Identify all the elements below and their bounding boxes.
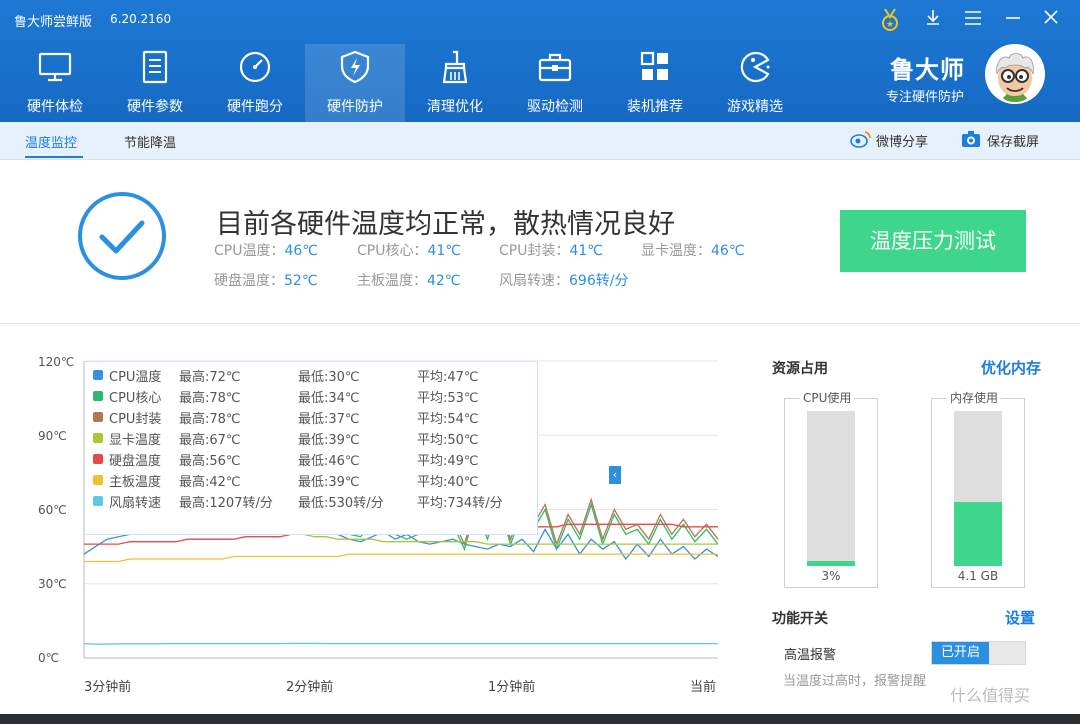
nav-hardware-params[interactable]: 硬件参数 [105,44,205,122]
legend-swatch [93,412,103,422]
nav-label: 硬件跑分 [227,99,283,115]
legend-row: 风扇转速 最高:1207转/分 最低:530转/分 平均:734转/分 [91,491,531,511]
features-title: 功能开关 [772,611,828,627]
legend-row: 硬盘温度 最高:56℃ 最低:46℃ 平均:49℃ [91,449,531,469]
optimize-memory-link[interactable]: 优化内存 [981,357,1041,378]
nav-hardware-protect[interactable]: 硬件防护 [305,44,405,122]
grid-icon [640,51,668,80]
memory-usage-track [954,411,1002,566]
memory-usage-gauge: 4.1 GB [931,398,1025,588]
avatar[interactable] [985,44,1045,104]
check-circle-icon [78,192,166,280]
legend-swatch [93,454,103,464]
cpu-usage-value: 3% [821,569,841,583]
weibo-share-label: 微博分享 [876,135,929,150]
active-tab-indicator [25,156,83,158]
svg-text:★: ★ [886,20,894,30]
brand-slogan: 专注硬件防护 [886,90,965,105]
tab-energy-saving[interactable]: 节能降温 [124,132,176,151]
cpu-usage-gauge: 3% [784,398,878,588]
nav-benchmark[interactable]: 硬件跑分 [205,44,305,122]
reading-disk-temp: 硬盘温度：52℃ [214,273,318,289]
legend-swatch [93,370,103,380]
nav-label: 硬件防护 [327,99,383,115]
reading-fan-speed: 风扇转速：696转/分 [499,273,629,289]
series-line-6 [83,642,718,645]
toolbox-icon [538,53,572,82]
tab-temperature-monitor[interactable]: 温度监控 [25,132,77,151]
resource-title: 资源占用 [772,361,828,377]
medal-icon[interactable]: ★ [877,8,903,34]
nav-label: 硬件体检 [27,99,83,115]
legend-row: CPU核心 最高:78℃ 最低:34℃ 平均:53℃ [91,386,531,406]
alarm-hint: 当温度过高时，报警提醒 [783,674,927,689]
sub-tab-bar: 温度监控 节能降温 微博分享 保存截屏 [0,122,1080,160]
memory-usage-fill [954,502,1002,566]
high-temp-alarm-label: 高温报警 [784,648,837,663]
status-title: 目前各硬件温度均正常，散热情况良好 [216,209,675,240]
app-version: 6.20.2160 [110,12,172,26]
legend-swatch [93,433,103,443]
weibo-icon [850,131,871,148]
legend-swatch [93,475,103,485]
document-icon [142,50,168,84]
reading-cpu-package: CPU封装：41℃ [499,243,604,259]
camera-icon [962,131,980,147]
stress-test-button[interactable]: 温度压力测试 [840,210,1026,272]
minimize-icon[interactable] [1000,8,1026,34]
legend-row: 显卡温度 最高:67℃ 最低:39℃ 平均:50℃ [91,428,531,448]
reading-cpu-core: CPU核心：41℃ [357,243,462,259]
nav-label: 硬件参数 [127,99,183,115]
memory-usage-caption: 内存使用 [947,389,1002,406]
nav-cleanup[interactable]: 清理优化 [405,44,505,122]
cpu-usage-caption: CPU使用 [800,389,855,406]
x-tick-label: 1分钟前 [488,680,536,695]
brand-name: 鲁大师 [890,56,965,84]
x-tick-label: 3分钟前 [84,680,132,695]
legend-row: 主板温度 最高:42℃ 最低:39℃ 平均:40℃ [91,470,531,490]
shield-icon [340,50,370,84]
temperature-chart: 120℃ 90℃ 60℃ 30℃ 0℃ 3分钟前 2分钟前 1分钟前 当前 CP… [0,324,740,714]
nav-label: 装机推荐 [627,99,683,115]
settings-link[interactable]: 设置 [1005,607,1035,628]
close-icon[interactable] [1038,8,1064,34]
weibo-share-button[interactable]: 微博分享 [850,131,929,150]
chart-legend: CPU温度 最高:72℃ 最低:30℃ 平均:47℃ CPU核心 最高:78℃ 最低:34… [84,361,621,535]
memory-usage-value: 4.1 GB [957,569,999,583]
reading-board-temp: 主板温度：42℃ [357,273,461,289]
reading-gpu-temp: 显卡温度：46℃ [641,243,745,259]
nav-label: 驱动检测 [527,99,583,115]
menu-icon[interactable] [960,8,986,34]
toggle-state: 已开启 [932,642,989,664]
save-screenshot-label: 保存截屏 [987,135,1040,150]
x-tick-label: 当前 [690,680,717,695]
legend-swatch [93,496,103,506]
broom-icon [442,50,468,84]
nav-driver[interactable]: 驱动检测 [505,44,605,122]
cpu-usage-fill [807,561,855,566]
nav-hardware-check[interactable]: 硬件体检 [5,44,105,122]
legend-collapse-button[interactable]: ‹ [609,466,621,484]
watermark: 什么值得买 [950,686,1031,705]
speedometer-icon [239,51,271,83]
window-bottom-edge [0,714,1080,724]
cpu-usage-track [807,411,855,566]
legend-row: CPU封装 最高:78℃ 最低:37℃ 平均:54℃ [91,407,531,427]
download-icon[interactable] [920,8,946,34]
high-temp-alarm-toggle[interactable]: 已开启 [931,641,1026,665]
reading-cpu-temp: CPU温度：46℃ [214,243,319,259]
legend-row: CPU温度 最高:72℃ 最低:30℃ 平均:47℃ [91,365,531,385]
legend-swatch [93,391,103,401]
nav-label: 清理优化 [427,99,483,115]
status-panel: 目前各硬件温度均正常，散热情况良好 CPU温度：46℃ CPU核心：41℃ CP… [0,160,1080,324]
save-screenshot-button[interactable]: 保存截屏 [962,131,1040,150]
nav-label: 游戏精选 [727,99,783,115]
app-title: 鲁大师尝鲜版 [14,15,93,30]
monitor-icon [38,52,72,82]
nav-games[interactable]: 游戏精选 [705,44,805,122]
x-tick-label: 2分钟前 [286,680,334,695]
top-bar: 鲁大师尝鲜版 6.20.2160 ★ 硬件体检 硬件参数 硬件跑分 硬件防护 清… [0,0,1080,122]
nav-build-recommend[interactable]: 装机推荐 [605,44,705,122]
game-icon [740,51,770,83]
